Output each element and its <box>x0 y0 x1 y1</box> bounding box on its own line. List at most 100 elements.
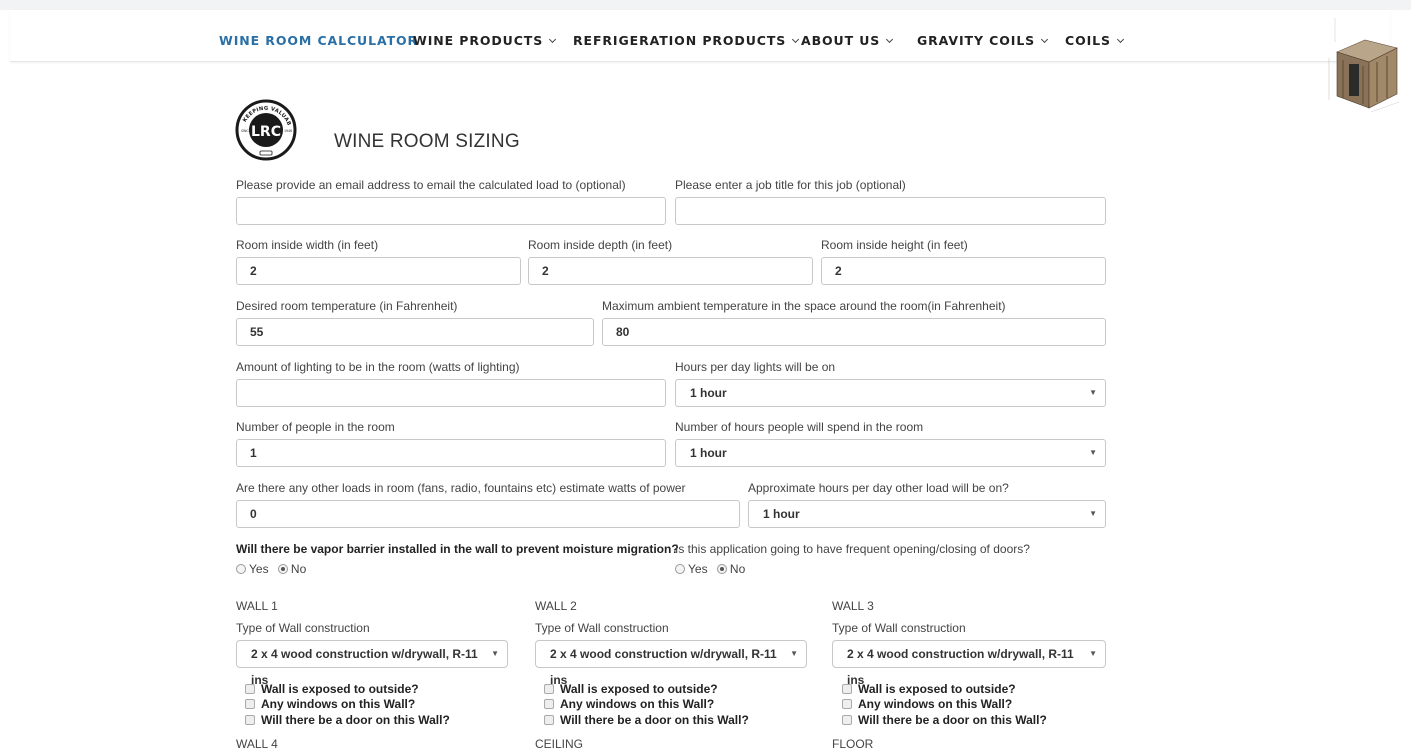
caret-down-icon: ▼ <box>1089 448 1097 457</box>
door-checkbox[interactable]: Will there be a door on this Wall? <box>842 713 1047 727</box>
caret-down-icon: ▼ <box>1089 649 1097 658</box>
light-hours-select[interactable]: 1 hour ▼ <box>675 379 1106 407</box>
nav-about-us[interactable]: ABOUT US <box>801 33 894 48</box>
lighting-label: Amount of lighting to be in the room (wa… <box>236 360 520 374</box>
other-loads-input[interactable]: 0 <box>236 500 740 528</box>
select-value: 1 hour <box>690 386 727 400</box>
wall-type-label: Type of Wall construction <box>236 621 370 635</box>
checkbox[interactable] <box>842 699 852 709</box>
checkbox[interactable] <box>544 684 554 694</box>
job-title-label: Please enter a job title for this job (o… <box>675 178 906 192</box>
nav-gravity-coils[interactable]: GRAVITY COILS <box>917 33 1049 48</box>
other-hours-select[interactable]: 1 hour ▼ <box>748 500 1106 528</box>
caret-down-icon: ▼ <box>1089 509 1097 518</box>
nav-label: WINE ROOM CALCULATOR <box>219 33 419 48</box>
select-value: 1 hour <box>763 507 800 521</box>
door-frequency-radio-group: Yes No <box>675 562 751 576</box>
wall-type-label: Type of Wall construction <box>535 621 669 635</box>
temperature-label: Desired room temperature (in Fahrenheit) <box>236 299 458 313</box>
width-input[interactable]: 2 <box>236 257 521 285</box>
door-checkbox[interactable]: Will there be a door on this Wall? <box>245 713 450 727</box>
windows-checkbox[interactable]: Any windows on this Wall? <box>245 697 415 711</box>
exposed-outside-checkbox[interactable]: Wall is exposed to outside? <box>842 682 1016 696</box>
radio-button[interactable] <box>716 564 727 574</box>
checkbox[interactable] <box>544 715 554 725</box>
radio-label: Yes <box>688 562 708 576</box>
checkbox-label: Will there be a door on this Wall? <box>560 713 749 727</box>
checkbox[interactable] <box>245 715 255 725</box>
checkbox-label: Wall is exposed to outside? <box>858 682 1016 696</box>
job-title-input[interactable] <box>675 197 1106 225</box>
caret-down-icon: ▼ <box>790 649 798 658</box>
other-hours-label: Approximate hours per day other load wil… <box>748 481 1009 495</box>
people-hours-select[interactable]: 1 hour ▼ <box>675 439 1106 467</box>
checkbox[interactable] <box>544 699 554 709</box>
ceiling-title: CEILING <box>535 737 584 751</box>
select-value: 2 x 4 wood construction w/drywall, R-11 … <box>251 647 478 687</box>
windows-checkbox[interactable]: Any windows on this Wall? <box>544 697 714 711</box>
vapor-no-option[interactable]: No <box>277 562 307 576</box>
vapor-barrier-radio-group: Yes No <box>236 562 312 576</box>
ambient-temperature-label: Maximum ambient temperature in the space… <box>602 299 1006 313</box>
wall-title: WALL 2 <box>535 599 577 613</box>
door-checkbox[interactable]: Will there be a door on this Wall? <box>544 713 749 727</box>
email-input[interactable] <box>236 197 666 225</box>
width-label: Room inside width (in feet) <box>236 238 379 252</box>
height-input[interactable]: 2 <box>821 257 1106 285</box>
radio-label: No <box>290 562 307 576</box>
radio-button[interactable] <box>277 564 288 574</box>
caret-down-icon: ▼ <box>491 649 499 658</box>
other-loads-label: Are there any other loads in room (fans,… <box>236 481 686 495</box>
radio-button[interactable] <box>236 564 246 574</box>
wall-type-select[interactable]: 2 x 4 wood construction w/drywall, R-11 … <box>236 640 508 687</box>
nav-label: REFRIGERATION PRODUCTS <box>573 33 787 48</box>
wall-type-select[interactable]: 2 x 4 wood construction w/drywall, R-11 … <box>535 640 807 687</box>
checkbox-label: Will there be a door on this Wall? <box>261 713 450 727</box>
exposed-outside-checkbox[interactable]: Wall is exposed to outside? <box>245 682 419 696</box>
vapor-yes-option[interactable]: Yes <box>236 562 269 576</box>
select-value: 2 x 4 wood construction w/drywall, R-11 … <box>550 647 777 687</box>
radio-button[interactable] <box>675 564 685 574</box>
logo-initials: LRC <box>251 124 281 140</box>
chevron-down-icon <box>549 35 557 44</box>
logo-since: SINCE <box>241 129 251 133</box>
checkbox-label: Any windows on this Wall? <box>261 697 416 711</box>
checkbox[interactable] <box>245 684 255 694</box>
checkbox[interactable] <box>245 699 255 709</box>
floor-title: FLOOR <box>832 737 874 751</box>
doors-yes-option[interactable]: Yes <box>675 562 708 576</box>
windows-checkbox[interactable]: Any windows on this Wall? <box>842 697 1012 711</box>
door-frequency-label: Is this application going to have freque… <box>675 542 1030 556</box>
logo-year: 1946 <box>284 129 292 133</box>
nav-label: COILS <box>1065 33 1111 48</box>
checkbox-label: Any windows on this Wall? <box>858 697 1013 711</box>
chevron-down-icon <box>1116 35 1124 44</box>
exposed-outside-checkbox[interactable]: Wall is exposed to outside? <box>544 682 718 696</box>
chevron-down-icon <box>886 35 894 44</box>
radio-label: No <box>729 562 746 576</box>
page-title: WINE ROOM SIZING <box>334 131 520 152</box>
temperature-input[interactable]: 55 <box>236 318 594 346</box>
nav-coils[interactable]: COILS <box>1065 33 1124 48</box>
height-label: Room inside height (in feet) <box>821 238 968 252</box>
caret-down-icon: ▼ <box>1089 388 1097 397</box>
nav-wine-products[interactable]: WINE PRODUCTS <box>413 33 557 48</box>
wall-title: WALL 1 <box>236 599 278 613</box>
checkbox[interactable] <box>842 684 852 694</box>
doors-no-option[interactable]: No <box>716 562 746 576</box>
email-label: Please provide an email address to email… <box>236 178 626 192</box>
vapor-barrier-label: Will there be vapor barrier installed in… <box>236 542 679 556</box>
checkbox[interactable] <box>842 715 852 725</box>
nav-wine-room-calculator[interactable]: WINE ROOM CALCULATOR <box>219 33 418 48</box>
wall-type-select[interactable]: 2 x 4 wood construction w/drywall, R-11 … <box>832 640 1106 687</box>
checkbox-label: Will there be a door on this Wall? <box>858 713 1047 727</box>
nav-refrigeration-products[interactable]: REFRIGERATION PRODUCTS <box>573 33 800 48</box>
lighting-input[interactable] <box>236 379 666 407</box>
depth-input[interactable]: 2 <box>528 257 813 285</box>
select-value: 1 hour <box>690 446 727 460</box>
nav-label: ABOUT US <box>801 33 881 48</box>
radio-label: Yes <box>249 562 269 576</box>
people-hours-label: Number of hours people will spend in the… <box>675 420 924 434</box>
ambient-temperature-input[interactable]: 80 <box>602 318 1106 346</box>
people-input[interactable]: 1 <box>236 439 666 467</box>
